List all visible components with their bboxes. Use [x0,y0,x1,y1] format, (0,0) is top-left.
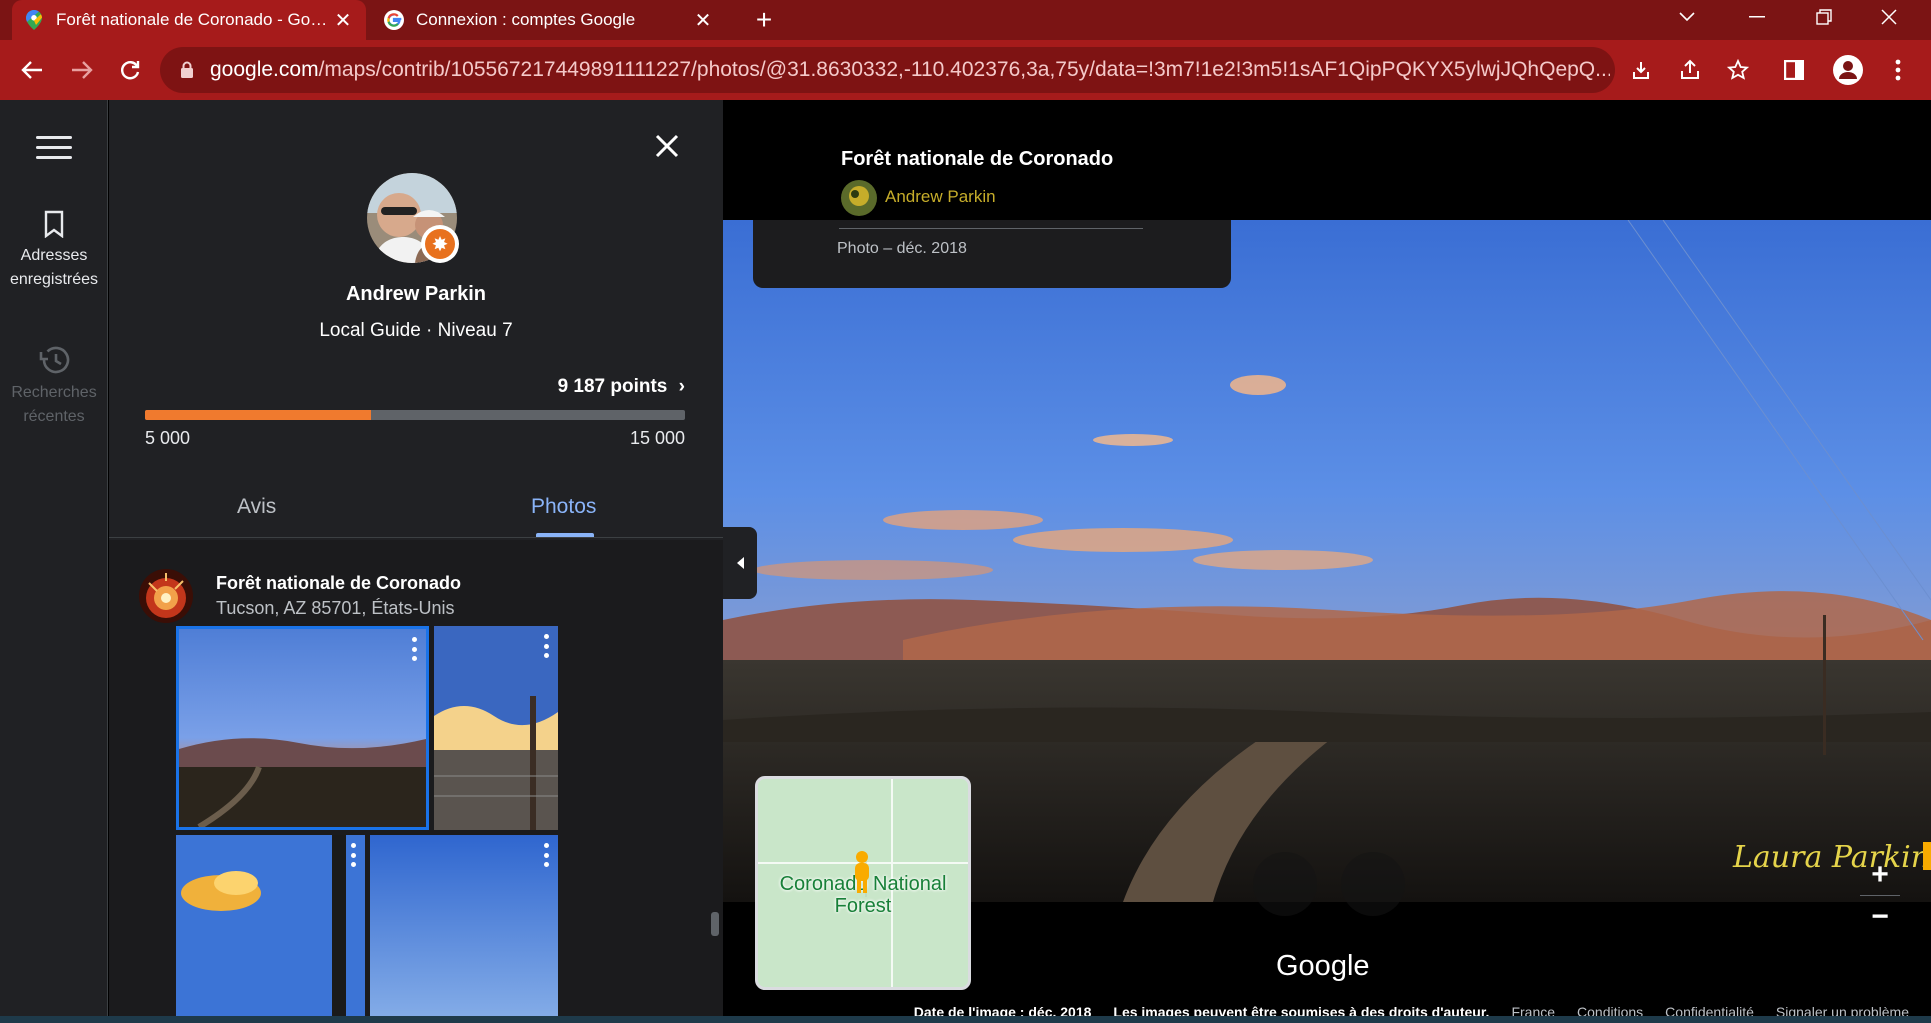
points-link[interactable]: 9 187 points › [558,376,685,398]
photo-signature-watermark: Laura Parkin [1733,840,1931,875]
progress-fill [145,410,372,420]
points-value: 9 187 points [557,376,668,397]
maps-pin-icon [24,10,44,30]
contribution-tabs: Avis Photos [109,477,723,538]
close-tab-icon[interactable]: ✕ [692,9,714,32]
tab-title: Forêt nationale de Coronado - Google Map… [56,10,332,29]
author-avatar[interactable] [841,180,877,216]
recent-searches-label: Recherches récentes [11,384,97,425]
close-tab-icon[interactable]: ✕ [332,9,354,32]
url-path: /maps/contrib/105567217449891111227/phot… [318,58,1610,81]
photo-options-icon[interactable] [351,843,357,867]
back-arrow-icon[interactable] [14,52,50,88]
history-icon [0,345,108,375]
browser-tab-bar: Forêt nationale de Coronado - Google Map… [0,0,1931,40]
url-host: google.com [210,58,319,81]
zoom-out-button[interactable]: − [1863,900,1897,934]
chevron-right-icon: › [678,376,685,397]
place-address: Tucson, AZ 85701, États-Unis [216,598,455,618]
photo-info-card: Photo – déc. 2018 [753,220,1231,288]
progress-max-label: 15 000 [629,428,685,448]
pegman-icon [855,851,869,893]
contributor-panel: ✸ Andrew Parkin Local Guide · Niveau 7 9… [109,100,723,1023]
contributor-level: Local Guide · Niveau 7 [319,320,513,341]
recent-searches-button[interactable]: Recherches récentes [0,345,108,429]
google-logo: Google [1276,950,1370,982]
install-app-icon[interactable] [1625,54,1657,86]
photo-thumbnail-selected[interactable] [176,626,429,830]
bookmark-icon [0,210,108,238]
saved-places-button[interactable]: Adresses enregistrées [0,210,108,292]
location-minimap[interactable]: Coronado National Forest [755,776,971,990]
maps-left-rail: Adresses enregistrées Recherches récente… [0,100,108,1023]
new-tab-icon[interactable]: + [748,4,780,36]
photo-date: Photo – déc. 2018 [837,240,967,257]
photo-viewer: Forêt nationale de Coronado Andrew Parki… [723,100,1931,1023]
pegman-drag-handle[interactable] [1923,842,1931,870]
place-name-link[interactable]: Forêt nationale de Coronado [216,573,461,594]
photo-options-icon[interactable] [544,634,550,658]
side-panel-icon[interactable] [1778,54,1810,86]
photo-thumbnail[interactable] [176,835,365,1023]
forward-arrow-icon[interactable] [64,52,100,88]
photos-list: Forêt nationale de Coronado Tucson, AZ 8… [109,540,723,1023]
photo-thumbnail[interactable] [370,835,558,1023]
collapse-panel-button[interactable] [723,527,757,599]
share-icon[interactable] [1674,54,1706,86]
progress-min-label: 5 000 [145,428,191,448]
browser-toolbar: google.com/maps/contrib/1055672174498911… [0,40,1931,100]
tab-maps[interactable]: Forêt nationale de Coronado - Google Map… [12,0,366,40]
place-thumbnail[interactable] [139,569,193,623]
points-progress-bar [145,410,685,420]
author-name-link[interactable]: Andrew Parkin [885,187,996,207]
tab-title: Connexion : comptes Google [416,10,636,29]
taskbar-edge [0,1016,1931,1023]
local-guide-badge-icon: ✸ [421,225,459,263]
photo-options-icon[interactable] [544,843,550,867]
contributor-name: Andrew Parkin [345,283,487,305]
tab-photos[interactable]: Photos [531,495,596,519]
tab-avis[interactable]: Avis [237,495,276,519]
photo-thumbnail[interactable] [434,626,558,830]
close-panel-icon[interactable] [651,130,683,162]
zoom-in-button[interactable]: + [1863,858,1897,892]
list-scrollbar[interactable] [711,550,719,1023]
saved-places-label: Adresses enregistrées [9,247,99,288]
tab-search-chevron-icon[interactable] [1660,0,1714,34]
restore-icon[interactable] [1797,0,1851,34]
next-photo-button[interactable] [1341,852,1405,916]
minimize-icon[interactable] [1730,0,1784,34]
tab-google-login[interactable]: Connexion : comptes Google ✕ [372,0,726,40]
url-text: google.com/maps/contrib/1055672174498911… [210,58,1610,82]
hamburger-menu-icon[interactable] [36,136,72,164]
window-close-icon[interactable] [1862,0,1916,34]
menu-kebab-icon[interactable] [1882,54,1914,86]
google-g-icon [384,10,404,30]
profile-avatar-icon[interactable] [1832,54,1864,86]
reload-icon[interactable] [112,52,148,88]
previous-photo-button[interactable] [1253,852,1317,916]
viewer-place-title[interactable]: Forêt nationale de Coronado [841,148,1113,171]
bookmark-star-icon[interactable] [1722,54,1754,86]
lock-icon[interactable] [178,60,196,80]
photo-options-icon[interactable] [412,637,418,661]
address-bar[interactable]: google.com/maps/contrib/1055672174498911… [160,47,1615,93]
selected-tab-indicator [536,533,594,537]
